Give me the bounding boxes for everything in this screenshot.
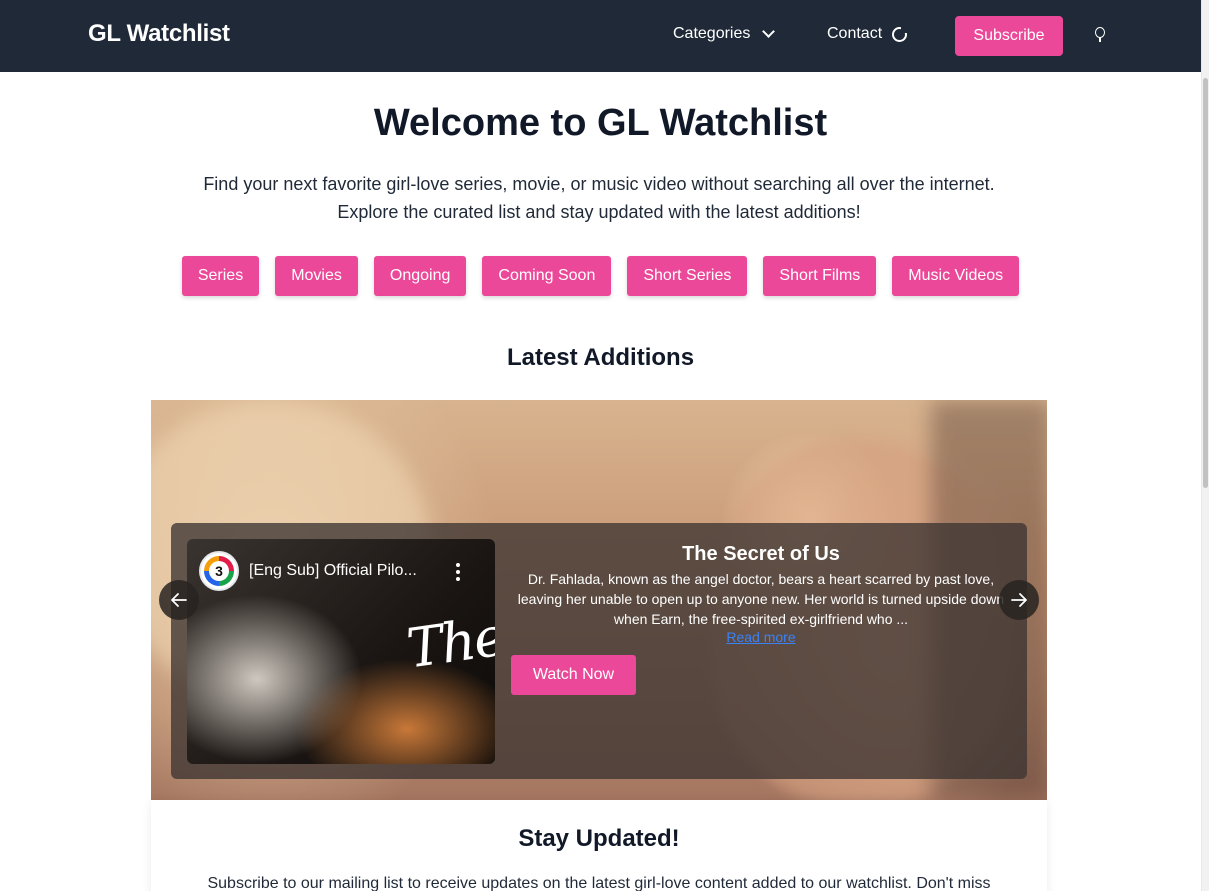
video-thumbnail-text: The (403, 604, 495, 681)
scrollbar[interactable] (1201, 0, 1209, 891)
hero-text-line-1: Find your next favorite girl-love series… (203, 174, 995, 194)
more-options-icon[interactable] (455, 563, 461, 581)
hero-description: Find your next favorite girl-love series… (150, 170, 1048, 226)
category-short-films-button[interactable]: Short Films (763, 256, 877, 296)
video-title[interactable]: [Eng Sub] Official Pilo... (249, 562, 439, 580)
categories-dropdown[interactable]: Categories (673, 25, 776, 43)
watch-now-button[interactable]: Watch Now (511, 655, 636, 695)
hero-text-line-2: Explore the curated list and stay update… (337, 202, 861, 222)
latest-additions-heading: Latest Additions (506, 344, 695, 371)
latest-carousel: 3 [Eng Sub] Official Pilo... The The Sec… (151, 400, 1047, 800)
carousel-prev-button[interactable] (159, 580, 199, 620)
slide-description: Dr. Fahlada, known as the angel doctor, … (517, 571, 1005, 627)
read-more-link[interactable]: Read more (726, 629, 795, 645)
category-music-videos-button[interactable]: Music Videos (892, 256, 1020, 296)
category-coming-soon-button[interactable]: Coming Soon (482, 256, 612, 296)
contact-icon (892, 26, 908, 42)
page-title: Welcome to GL Watchlist (373, 102, 828, 144)
newsletter-section: Stay Updated! Subscribe to our mailing l… (151, 800, 1047, 891)
category-ongoing-button[interactable]: Ongoing (373, 256, 467, 296)
newsletter-title: Stay Updated! (518, 825, 680, 852)
categories-label: Categories (673, 25, 751, 42)
category-series-button[interactable]: Series (181, 256, 260, 296)
read-more-wrapper: Read more (511, 629, 1011, 645)
category-movies-button[interactable]: Movies (275, 256, 358, 296)
video-embed[interactable]: 3 [Eng Sub] Official Pilo... The (187, 539, 495, 764)
contact-link[interactable]: Contact (827, 25, 908, 43)
channel-logo-icon[interactable]: 3 (199, 551, 239, 591)
category-short-series-button[interactable]: Short Series (627, 256, 748, 296)
category-buttons: Series Movies Ongoing Coming Soon Short … (0, 256, 1201, 296)
contact-label: Contact (827, 25, 883, 42)
arrow-left-icon (171, 593, 187, 607)
carousel-next-button[interactable] (999, 580, 1039, 620)
slide-card: 3 [Eng Sub] Official Pilo... The The Sec… (171, 523, 1027, 779)
slide-title: The Secret of Us (682, 543, 840, 565)
newsletter-text: Subscribe to our mailing list to receive… (207, 875, 991, 891)
lightbulb-icon[interactable] (1093, 27, 1107, 45)
navbar: GL Watchlist Categories Contact Subscrib… (0, 0, 1201, 72)
chevron-down-icon (762, 25, 776, 38)
arrow-right-icon (1011, 593, 1027, 607)
brand-logo[interactable]: GL Watchlist (88, 20, 230, 48)
channel-logo-glyph: 3 (209, 561, 229, 581)
scrollbar-thumb[interactable] (1203, 78, 1208, 488)
subscribe-button[interactable]: Subscribe (955, 16, 1063, 56)
